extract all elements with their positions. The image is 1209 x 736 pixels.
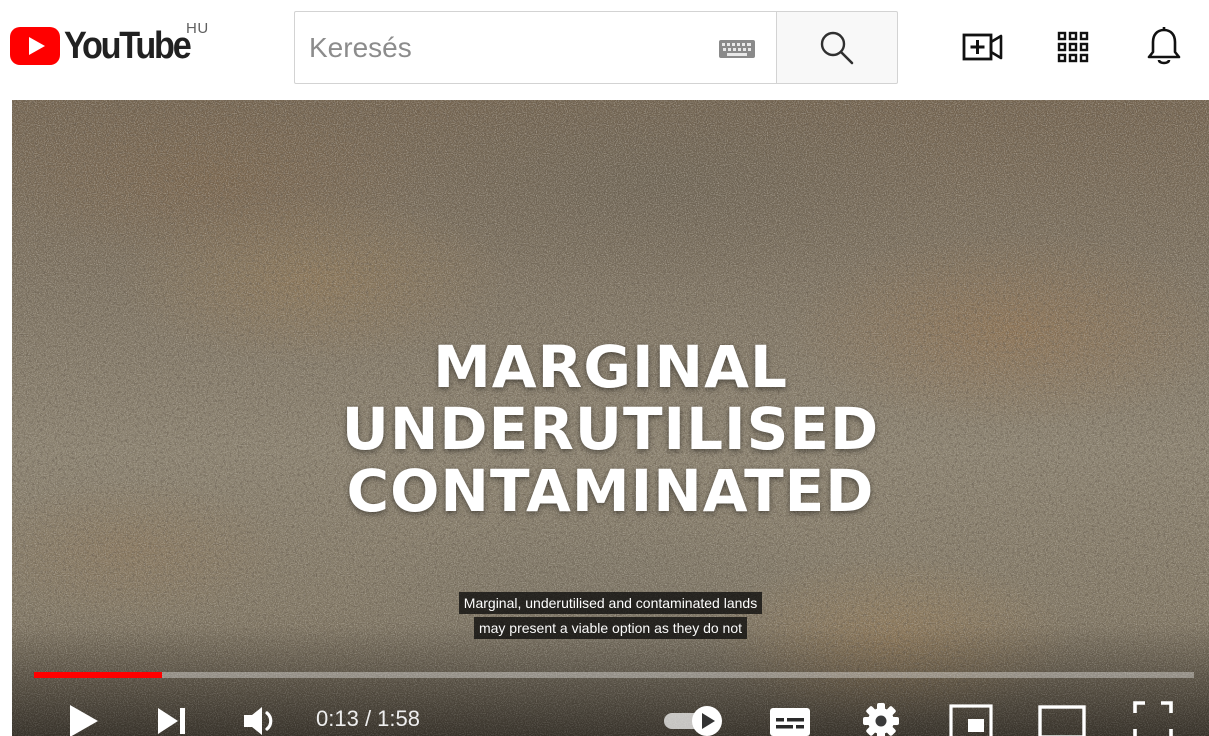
play-icon [70,705,98,736]
country-code: HU [186,20,209,37]
autoplay-toggle-icon [664,706,722,736]
subtitles-icon [770,708,810,736]
video-player[interactable]: MARGINAL UNDERUTILISED CONTAMINATED Marg… [12,100,1209,736]
settings-icon [863,703,899,736]
theater-mode-button[interactable] [1036,696,1088,736]
time-display: 0:13 / 1:58 [316,706,420,732]
create-video-icon [962,33,1003,61]
subtitle-line-1: Marginal, underutilised and contaminated… [12,592,1209,614]
notifications-button[interactable] [1141,24,1187,70]
current-time: 0:13 [316,706,359,731]
search-icon [820,31,854,64]
overlay-title-line-3: CONTAMINATED [346,457,875,525]
logo-text: YouTube [64,25,192,67]
progress-bar[interactable] [34,672,1194,678]
overlay-title-line-2: UNDERUTILISED [341,395,880,463]
next-button[interactable] [148,696,194,736]
fullscreen-icon [1133,701,1173,736]
keyboard-icon[interactable] [719,40,755,58]
create-video-button[interactable] [959,24,1005,70]
duration: 1:58 [377,706,420,731]
search-input[interactable] [309,12,689,83]
subtitle-text-1: Marginal, underutilised and contaminated… [458,592,763,614]
settings-button[interactable] [858,696,904,736]
apps-grid-icon [1057,31,1089,63]
miniplayer-button[interactable] [946,696,996,736]
masthead: YouTube HU [0,0,1209,100]
miniplayer-icon [949,704,993,736]
theater-mode-icon [1038,705,1086,736]
apps-button[interactable] [1050,24,1096,70]
next-icon [158,708,185,734]
fullscreen-button[interactable] [1128,696,1178,736]
notifications-bell-icon [1147,27,1181,65]
search-box [294,11,777,84]
autoplay-toggle[interactable] [656,696,728,736]
youtube-logo[interactable]: YouTube [10,26,203,66]
progress-played [34,672,162,678]
search-button[interactable] [777,11,898,84]
volume-icon [244,707,273,735]
time-separator: / [358,706,378,731]
youtube-play-logo-icon [10,27,60,65]
volume-button[interactable] [238,696,284,736]
overlay-title-line-1: MARGINAL [433,333,788,401]
subtitles-button[interactable] [766,696,814,736]
play-button[interactable] [60,696,106,736]
